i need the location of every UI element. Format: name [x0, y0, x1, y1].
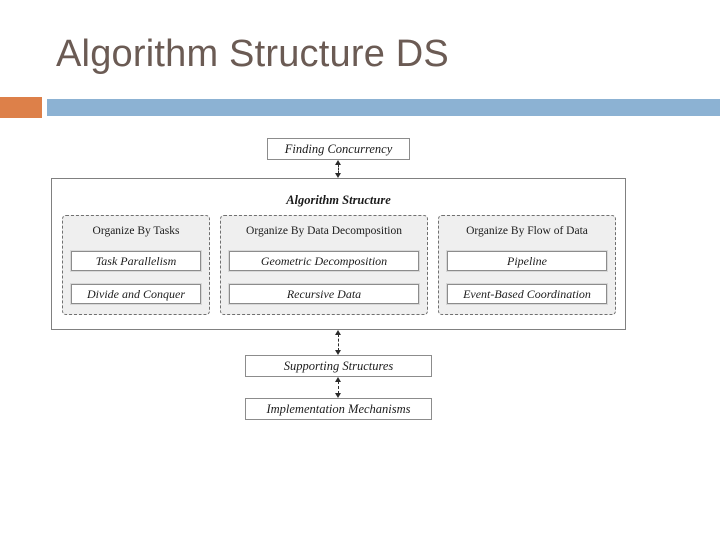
connector-structure-to-supporting — [335, 330, 341, 355]
connector-finding-to-structure — [335, 160, 341, 178]
group-organize-by-flow-of-data: Organize By Flow of Data Pipeline Event-… — [438, 215, 616, 315]
group-organize-by-tasks: Organize By Tasks Task Parallelism Divid… — [62, 215, 210, 315]
pattern-task-parallelism: Task Parallelism — [71, 251, 201, 271]
group-organize-by-data-decomposition: Organize By Data Decomposition Geometric… — [220, 215, 428, 315]
node-finding-concurrency: Finding Concurrency — [267, 138, 410, 160]
node-supporting-structures: Supporting Structures — [245, 355, 432, 377]
group-title: Organize By Data Decomposition — [246, 225, 402, 237]
node-implementation-mechanisms: Implementation Mechanisms — [245, 398, 432, 420]
pattern-recursive-data: Recursive Data — [229, 284, 419, 304]
pattern-event-based-coordination: Event-Based Coordination — [447, 284, 607, 304]
pattern-pipeline: Pipeline — [447, 251, 607, 271]
connector-supporting-to-implementation — [335, 377, 341, 398]
container-label: Algorithm Structure — [286, 193, 391, 207]
algorithm-structure-diagram: Finding Concurrency Algorithm Structure … — [0, 0, 720, 540]
group-title: Organize By Tasks — [92, 225, 180, 237]
pattern-geometric-decomposition: Geometric Decomposition — [229, 251, 419, 271]
pattern-divide-and-conquer: Divide and Conquer — [71, 284, 201, 304]
connector-stem — [338, 334, 340, 351]
group-title: Organize By Flow of Data — [466, 225, 588, 237]
